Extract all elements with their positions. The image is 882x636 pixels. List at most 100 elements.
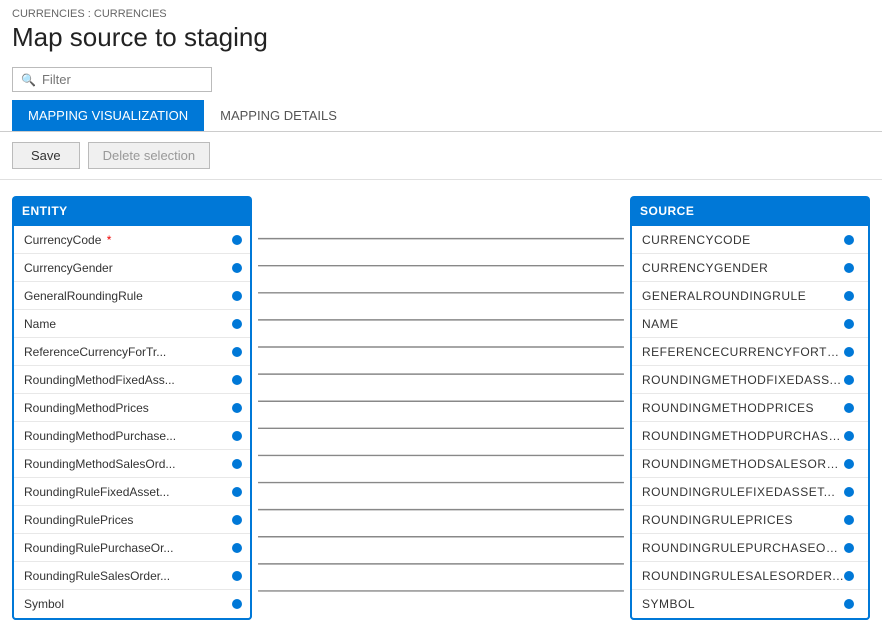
source-row: ROUNDINGMETHODSALESORD...: [632, 450, 868, 478]
source-row-dot: [844, 487, 854, 497]
toolbar: Save Delete selection: [0, 132, 882, 180]
source-row-dot: [844, 515, 854, 525]
required-star: *: [103, 233, 111, 247]
entity-row: RoundingRulePurchaseOr...: [14, 534, 250, 562]
filter-input-wrap[interactable]: 🔍: [12, 67, 212, 92]
page-title: Map source to staging: [0, 22, 882, 61]
source-row-dot: [844, 235, 854, 245]
entity-row-dot: [232, 571, 242, 581]
source-row-label: ROUNDINGMETHODFIXEDASS...: [642, 373, 844, 387]
source-row-label: ROUNDINGRULESALESORDER...: [642, 569, 844, 583]
entity-row-dot: [232, 235, 242, 245]
source-row: CURRENCYGENDER: [632, 254, 868, 282]
entity-row-label: RoundingMethodPurchase...: [24, 429, 226, 443]
source-row-dot: [844, 291, 854, 301]
entity-row-dot: [232, 375, 242, 385]
entity-row-label: CurrencyCode *: [24, 233, 226, 247]
filter-input[interactable]: [42, 72, 202, 87]
entity-row: CurrencyCode *: [14, 226, 250, 254]
entity-row: RoundingMethodPrices: [14, 394, 250, 422]
entity-panel-header: ENTITY: [12, 196, 252, 226]
delete-selection-button[interactable]: Delete selection: [88, 142, 211, 169]
source-row: ROUNDINGRULEPURCHASEOR...: [632, 534, 868, 562]
entity-panel-rows: CurrencyCode * CurrencyGender GeneralRou…: [12, 226, 252, 620]
entity-row-dot: [232, 515, 242, 525]
tabs: MAPPING VISUALIZATION MAPPING DETAILS: [0, 100, 882, 132]
source-row: GENERALROUNDINGRULE: [632, 282, 868, 310]
entity-row: RoundingMethodSalesOrd...: [14, 450, 250, 478]
entity-row-label: RoundingRulePrices: [24, 513, 226, 527]
source-row-label: CURRENCYCODE: [642, 233, 844, 247]
source-row-dot: [844, 571, 854, 581]
source-row-label: CURRENCYGENDER: [642, 261, 844, 275]
source-row-dot: [844, 375, 854, 385]
source-row-label: SYMBOL: [642, 597, 844, 611]
tab-mapping-visualization[interactable]: MAPPING VISUALIZATION: [12, 100, 204, 131]
connector-lines-area: [252, 196, 630, 620]
source-row: ROUNDINGMETHODFIXEDASS...: [632, 366, 868, 394]
entity-row-dot: [232, 319, 242, 329]
source-row: NAME: [632, 310, 868, 338]
source-panel: SOURCE CURRENCYCODE CURRENCYGENDER GENER…: [630, 196, 870, 620]
source-row: ROUNDINGRULEFIXEDASSET...: [632, 478, 868, 506]
source-row-label: ROUNDINGRULEPRICES: [642, 513, 844, 527]
entity-row-dot: [232, 599, 242, 609]
source-row-dot: [844, 347, 854, 357]
entity-row-dot: [232, 431, 242, 441]
source-row: SYMBOL: [632, 590, 868, 618]
entity-row: ReferenceCurrencyForTr...: [14, 338, 250, 366]
source-row-dot: [844, 319, 854, 329]
entity-row: RoundingRulePrices: [14, 506, 250, 534]
source-row-dot: [844, 543, 854, 553]
entity-row-label: GeneralRoundingRule: [24, 289, 226, 303]
connector-svg: [252, 196, 630, 620]
entity-row-label: RoundingMethodSalesOrd...: [24, 457, 226, 471]
source-row-dot: [844, 263, 854, 273]
source-row: ROUNDINGRULEPRICES: [632, 506, 868, 534]
tab-mapping-details[interactable]: MAPPING DETAILS: [204, 100, 353, 131]
source-row: ROUNDINGRULESALESORDER...: [632, 562, 868, 590]
source-row-dot: [844, 431, 854, 441]
source-row-label: ROUNDINGMETHODPURCHASE...: [642, 429, 844, 443]
source-panel-header: SOURCE: [630, 196, 870, 226]
source-row-label: ROUNDINGMETHODPRICES: [642, 401, 844, 415]
entity-row-label: RoundingRuleSalesOrder...: [24, 569, 226, 583]
entity-row-label: RoundingMethodPrices: [24, 401, 226, 415]
entity-row-label: ReferenceCurrencyForTr...: [24, 345, 226, 359]
entity-row: Symbol: [14, 590, 250, 618]
source-row-label: ROUNDINGRULEPURCHASEOR...: [642, 541, 844, 555]
source-row-label: NAME: [642, 317, 844, 331]
entity-row-label: RoundingRuleFixedAsset...: [24, 485, 226, 499]
panels-container: ENTITY CurrencyCode * CurrencyGender Gen…: [12, 196, 870, 620]
entity-row: RoundingRuleFixedAsset...: [14, 478, 250, 506]
entity-row-label: CurrencyGender: [24, 261, 226, 275]
entity-row: RoundingMethodFixedAss...: [14, 366, 250, 394]
entity-panel: ENTITY CurrencyCode * CurrencyGender Gen…: [12, 196, 252, 620]
entity-row-dot: [232, 543, 242, 553]
save-button[interactable]: Save: [12, 142, 80, 169]
source-row: ROUNDINGMETHODPURCHASE...: [632, 422, 868, 450]
source-row: CURRENCYCODE: [632, 226, 868, 254]
source-row: REFERENCECURRENCYFORTR...: [632, 338, 868, 366]
source-row-dot: [844, 459, 854, 469]
entity-row-label: RoundingRulePurchaseOr...: [24, 541, 226, 555]
entity-row-label: RoundingMethodFixedAss...: [24, 373, 226, 387]
entity-row-label: Symbol: [24, 597, 226, 611]
entity-row: RoundingMethodPurchase...: [14, 422, 250, 450]
entity-row-dot: [232, 263, 242, 273]
source-row-dot: [844, 403, 854, 413]
source-row: ROUNDINGMETHODPRICES: [632, 394, 868, 422]
entity-row-dot: [232, 291, 242, 301]
source-row-label: GENERALROUNDINGRULE: [642, 289, 844, 303]
entity-row: RoundingRuleSalesOrder...: [14, 562, 250, 590]
entity-row-label: Name: [24, 317, 226, 331]
entity-row-dot: [232, 459, 242, 469]
source-row-label: ROUNDINGRULEFIXEDASSET...: [642, 485, 844, 499]
mapping-area: ENTITY CurrencyCode * CurrencyGender Gen…: [0, 180, 882, 636]
breadcrumb: CURRENCIES : CURRENCIES: [0, 0, 882, 22]
search-icon: 🔍: [21, 73, 36, 87]
entity-row: CurrencyGender: [14, 254, 250, 282]
source-row-dot: [844, 599, 854, 609]
source-row-label: ROUNDINGMETHODSALESORD...: [642, 457, 844, 471]
entity-row-dot: [232, 347, 242, 357]
